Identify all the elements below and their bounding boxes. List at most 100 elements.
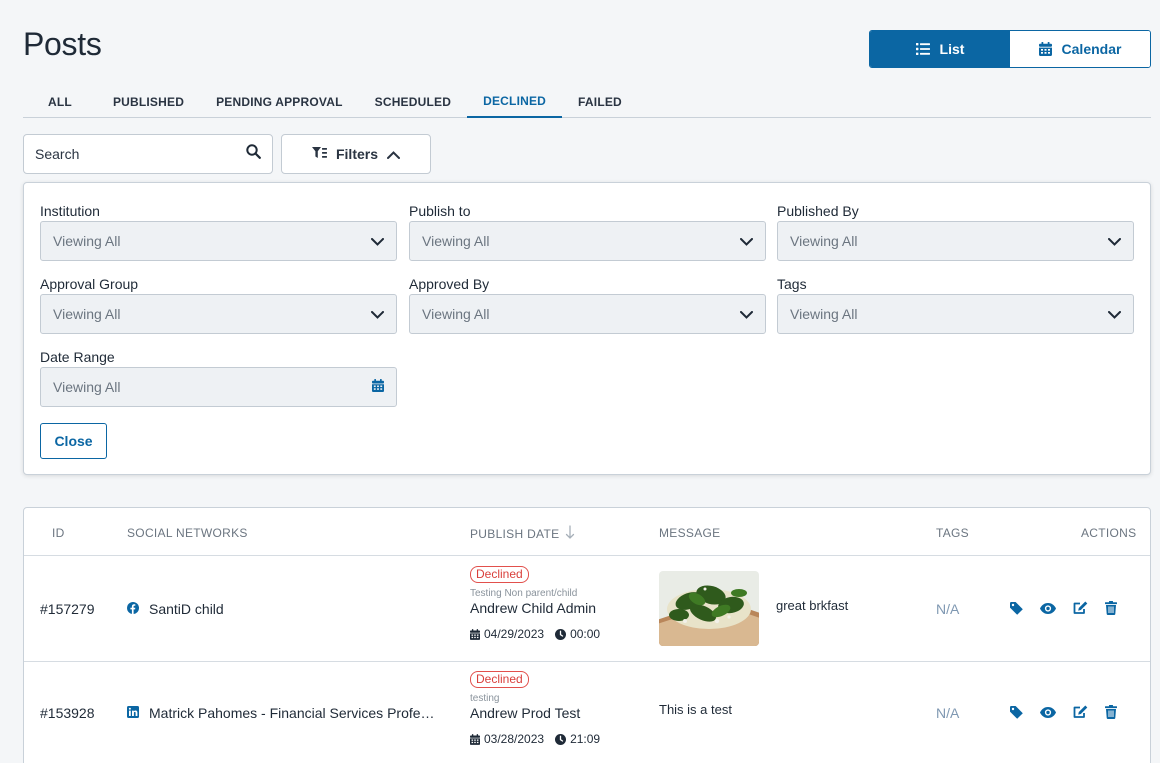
publish-to-select[interactable]: Viewing All bbox=[409, 221, 766, 261]
calendar-icon[interactable] bbox=[372, 379, 384, 395]
clock-icon bbox=[555, 733, 567, 745]
publish-time: 00:00 bbox=[570, 627, 601, 641]
column-header-message[interactable]: MESSAGE bbox=[659, 526, 720, 540]
post-tags: N/A bbox=[936, 601, 960, 617]
select-value: Viewing All bbox=[790, 233, 858, 249]
tag-icon[interactable] bbox=[1010, 705, 1023, 719]
institution-filter: Institution Viewing All bbox=[40, 202, 397, 261]
network-name: SantiD child bbox=[149, 601, 224, 617]
approval-group-select[interactable]: Viewing All bbox=[40, 294, 397, 334]
filters-button[interactable]: Filters bbox=[281, 134, 431, 174]
post-message: great brkfast bbox=[776, 598, 849, 613]
filter-label: Approval Group bbox=[40, 276, 139, 292]
filter-panel: Institution Viewing All Publish to Viewi… bbox=[23, 182, 1151, 475]
tag-icon[interactable] bbox=[1010, 601, 1023, 615]
close-filters-button[interactable]: Close bbox=[40, 423, 107, 459]
publish-datetime: 04/29/2023 00:00 bbox=[470, 627, 600, 641]
filter-label: Publish to bbox=[409, 203, 471, 219]
publish-time: 21:09 bbox=[570, 732, 601, 746]
select-value: Viewing All bbox=[53, 379, 121, 395]
search-icon[interactable] bbox=[246, 144, 261, 164]
search-box bbox=[23, 134, 273, 174]
post-id[interactable]: #153928 bbox=[40, 705, 95, 721]
publish-date: 04/29/2023 bbox=[484, 627, 545, 641]
select-value: Viewing All bbox=[422, 306, 490, 322]
column-header-id[interactable]: ID bbox=[52, 526, 65, 540]
network-name: Matrick Pahomes - Financial Services Pro… bbox=[149, 705, 439, 721]
view-toggle: List Calendar bbox=[869, 30, 1151, 68]
social-network: SantiD child bbox=[127, 601, 224, 617]
calendar-view-button[interactable]: Calendar bbox=[1010, 31, 1150, 67]
linkedin-icon bbox=[127, 705, 139, 721]
column-header-actions: ACTIONS bbox=[1081, 526, 1137, 540]
publish-info: Declined Testing Non parent/child Andrew… bbox=[470, 565, 600, 641]
tab-declined[interactable]: DECLINED bbox=[467, 86, 563, 118]
status-badge: Declined bbox=[470, 566, 529, 583]
tab-published[interactable]: PUBLISHED bbox=[97, 86, 200, 118]
tab-pending-approval[interactable]: PENDING APPROVAL bbox=[200, 86, 359, 118]
filter-label: Published By bbox=[777, 203, 859, 219]
published-by-filter: Published By Viewing All bbox=[777, 202, 1134, 261]
calendar-view-label: Calendar bbox=[1061, 41, 1122, 57]
approval-group-filter: Approval Group Viewing All bbox=[40, 275, 397, 334]
table-row[interactable]: #153928 Matrick Pahomes - Financial Serv… bbox=[24, 662, 1150, 763]
list-view-button[interactable]: List bbox=[870, 31, 1010, 67]
post-message: This is a test bbox=[659, 702, 732, 717]
tags-select[interactable]: Viewing All bbox=[777, 294, 1134, 334]
published-by-select[interactable]: Viewing All bbox=[777, 221, 1134, 261]
select-value: Viewing All bbox=[422, 233, 490, 249]
post-id[interactable]: #157279 bbox=[40, 601, 95, 617]
chevron-down-icon bbox=[1108, 306, 1121, 322]
filter-label: Institution bbox=[40, 203, 100, 219]
publish-datetime: 03/28/2023 21:09 bbox=[470, 732, 600, 746]
row-actions bbox=[1010, 705, 1117, 719]
tags-filter: Tags Viewing All bbox=[777, 275, 1134, 334]
facebook-icon bbox=[127, 601, 139, 617]
tab-scheduled[interactable]: SCHEDULED bbox=[359, 86, 467, 118]
table-row[interactable]: #157279 SantiD child Declined Testing No… bbox=[24, 556, 1150, 661]
view-icon[interactable] bbox=[1040, 602, 1056, 614]
publish-to-filter: Publish to Viewing All bbox=[409, 202, 766, 261]
select-value: Viewing All bbox=[53, 306, 121, 322]
approval-group: testing bbox=[470, 693, 500, 704]
approved-by-filter: Approved By Viewing All bbox=[409, 275, 766, 334]
list-icon bbox=[915, 43, 930, 55]
calendar-icon bbox=[470, 733, 480, 745]
post-tags: N/A bbox=[936, 705, 960, 721]
approved-by-select[interactable]: Viewing All bbox=[409, 294, 766, 334]
filters-label: Filters bbox=[335, 146, 378, 162]
filter-label: Approved By bbox=[409, 276, 490, 292]
institution-select[interactable]: Viewing All bbox=[40, 221, 397, 261]
edit-icon[interactable] bbox=[1073, 601, 1088, 615]
calendar-icon bbox=[1038, 42, 1052, 56]
publish-date: 03/28/2023 bbox=[484, 732, 545, 746]
column-header-publish-date[interactable]: PUBLISH DATE bbox=[470, 525, 575, 543]
filter-label: Date Range bbox=[40, 349, 115, 365]
column-header-tags[interactable]: TAGS bbox=[936, 526, 969, 540]
tab-failed[interactable]: FAILED bbox=[562, 86, 638, 118]
publish-date-label: PUBLISH DATE bbox=[470, 527, 560, 541]
status-badge: Declined bbox=[470, 671, 529, 688]
publish-info: Declined testing Andrew Prod Test 03/28/… bbox=[470, 670, 600, 746]
author-name: Andrew Child Admin bbox=[470, 600, 597, 616]
chevron-down-icon bbox=[1108, 233, 1121, 249]
approval-group: Testing Non parent/child bbox=[470, 588, 578, 599]
author-name: Andrew Prod Test bbox=[470, 705, 581, 721]
social-network: Matrick Pahomes - Financial Services Pro… bbox=[127, 705, 439, 721]
chevron-down-icon bbox=[740, 306, 753, 322]
select-value: Viewing All bbox=[53, 233, 121, 249]
search-input[interactable] bbox=[35, 146, 225, 162]
list-view-label: List bbox=[939, 41, 965, 57]
edit-icon[interactable] bbox=[1073, 705, 1088, 719]
delete-icon[interactable] bbox=[1105, 705, 1117, 719]
page-title: Posts bbox=[23, 26, 102, 62]
row-actions bbox=[1010, 601, 1117, 615]
chevron-down-icon bbox=[371, 233, 384, 249]
column-header-social-networks[interactable]: SOCIAL NETWORKS bbox=[127, 526, 248, 540]
date-range-input[interactable]: Viewing All bbox=[40, 367, 397, 407]
view-icon[interactable] bbox=[1040, 706, 1056, 718]
filter-label: Tags bbox=[777, 276, 807, 292]
tab-all[interactable]: ALL bbox=[23, 86, 97, 118]
post-image-thumbnail[interactable] bbox=[659, 571, 759, 646]
delete-icon[interactable] bbox=[1105, 601, 1117, 615]
